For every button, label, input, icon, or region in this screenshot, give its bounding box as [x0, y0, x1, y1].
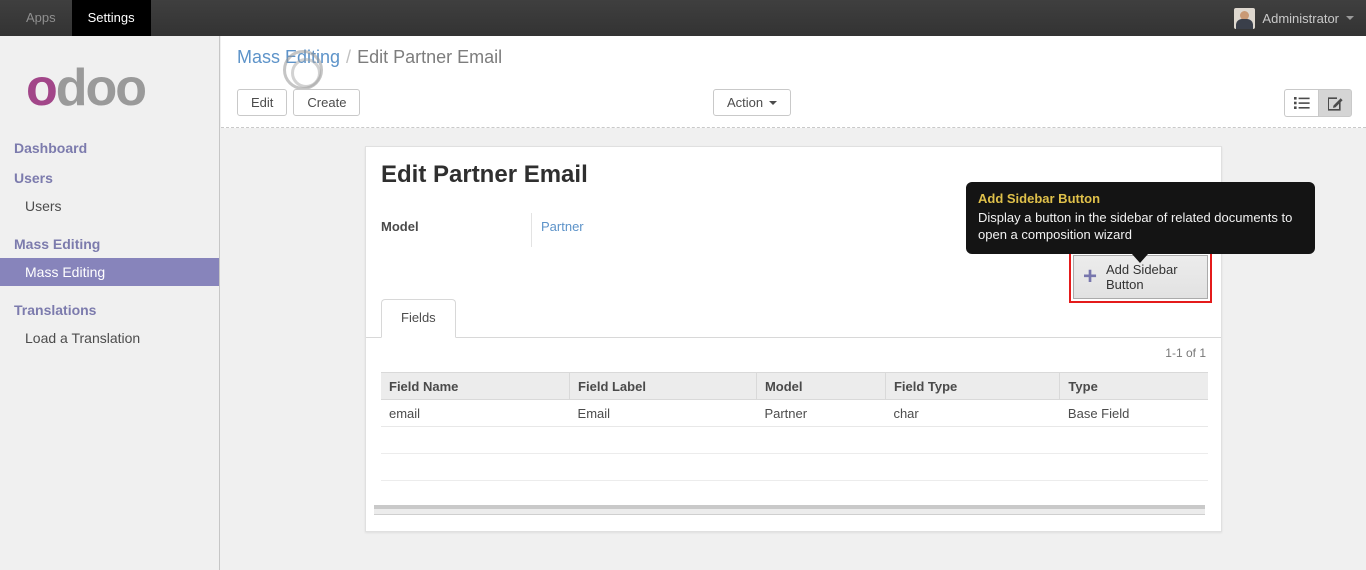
sidebar-heading-users[interactable]: Users	[0, 164, 219, 192]
edit-form-icon	[1327, 96, 1343, 111]
fields-table: Field Name Field Label Model Field Type …	[381, 372, 1208, 481]
sidebar-item-mass-editing[interactable]: Mass Editing	[0, 258, 219, 286]
table-empty-row	[381, 426, 1208, 454]
model-value-link[interactable]: Partner	[541, 219, 584, 234]
sidebar-heading-translations[interactable]: Translations	[0, 296, 219, 324]
sidebar-section-dashboard: Dashboard	[0, 134, 219, 162]
model-field-label: Model	[381, 219, 419, 234]
breadcrumb-separator: /	[346, 47, 352, 67]
cell-field-name: email	[381, 399, 570, 427]
action-dropdown: Action	[713, 89, 792, 116]
cell-type: Base Field	[1059, 399, 1208, 427]
topbar-tab-apps[interactable]: Apps	[10, 0, 72, 36]
tooltip-arrow	[1132, 254, 1148, 264]
user-name: Administrator	[1262, 10, 1339, 26]
topbar: Apps Settings Administrator	[0, 0, 1366, 36]
cell-field-type: char	[885, 399, 1060, 427]
tooltip-title: Add Sidebar Button	[978, 191, 1101, 206]
list-icon	[1293, 97, 1310, 109]
sidebar-heading-mass-editing[interactable]: Mass Editing	[0, 230, 219, 258]
avatar	[1234, 7, 1256, 29]
tab-fields[interactable]: Fields	[381, 299, 456, 338]
sidebar-section-translations: Translations Load a Translation	[0, 296, 219, 352]
notebook-tabs: Fields	[366, 299, 1221, 338]
horizontal-scrollbar[interactable]	[374, 505, 1205, 515]
control-panel: Mass Editing / Edit Partner Email Edit Cre…	[221, 36, 1366, 128]
action-button[interactable]: Action	[713, 89, 792, 116]
pager: 1-1 of 1	[1165, 346, 1206, 360]
cell-field-label: Email	[569, 399, 757, 427]
add-sidebar-button-label: Add Sidebar Button	[1106, 262, 1178, 292]
breadcrumb-current: Edit Partner Email	[357, 47, 503, 67]
column-header-type[interactable]: Type	[1059, 372, 1208, 400]
cell-model: Partner	[756, 399, 886, 427]
field-separator	[531, 213, 532, 247]
sidebar-heading-dashboard[interactable]: Dashboard	[0, 134, 219, 162]
sidebar-item-users[interactable]: Users	[0, 192, 219, 220]
table-header-row: Field Name Field Label Model Field Type …	[381, 372, 1208, 400]
column-header-model[interactable]: Model	[756, 372, 886, 400]
user-menu[interactable]: Administrator	[1234, 0, 1354, 36]
plus-icon: +	[1083, 263, 1098, 290]
breadcrumb-parent-link[interactable]: Mass Editing	[237, 47, 340, 67]
breadcrumb: Mass Editing / Edit Partner Email	[237, 47, 503, 90]
action-button-label: Action	[727, 95, 764, 110]
view-switcher	[1284, 89, 1352, 117]
scrollbar-thumb[interactable]	[374, 505, 1205, 509]
sidebar-section-mass-editing: Mass Editing Mass Editing	[0, 230, 219, 286]
list-view-button[interactable]	[1284, 89, 1318, 117]
logo-accent-letter: o	[26, 59, 58, 117]
topbar-tab-settings[interactable]: Settings	[71, 0, 151, 36]
odoo-logo[interactable]: odoo	[0, 36, 219, 132]
form-title: Edit Partner Email	[381, 161, 588, 188]
logo-rest: doo	[55, 59, 147, 117]
create-button[interactable]: Create	[293, 89, 361, 116]
form-view-button[interactable]	[1318, 89, 1352, 117]
page: Apps Settings Administrator odoo Dashboa…	[0, 0, 1366, 570]
form-buttons: Edit Create	[237, 89, 361, 116]
tooltip-body: Display a button in the sidebar of relat…	[978, 210, 1293, 243]
sidebar-section-users: Users Users	[0, 164, 219, 220]
tooltip: Add Sidebar Button Display a button in t…	[966, 182, 1315, 264]
sidebar: odoo Dashboard Users Users Mass Editing …	[0, 36, 220, 570]
table-row[interactable]: email Email Partner char Base Field	[381, 399, 1208, 427]
table-empty-row	[381, 453, 1208, 481]
column-header-field-label[interactable]: Field Label	[569, 372, 757, 400]
avatar-body	[1236, 18, 1254, 29]
chevron-down-icon	[769, 100, 778, 105]
column-header-field-type[interactable]: Field Type	[885, 372, 1061, 400]
column-header-field-name[interactable]: Field Name	[381, 372, 571, 400]
sidebar-item-load-a-translation[interactable]: Load a Translation	[0, 324, 219, 352]
edit-button[interactable]: Edit	[237, 89, 288, 116]
chevron-down-icon	[1346, 16, 1354, 20]
